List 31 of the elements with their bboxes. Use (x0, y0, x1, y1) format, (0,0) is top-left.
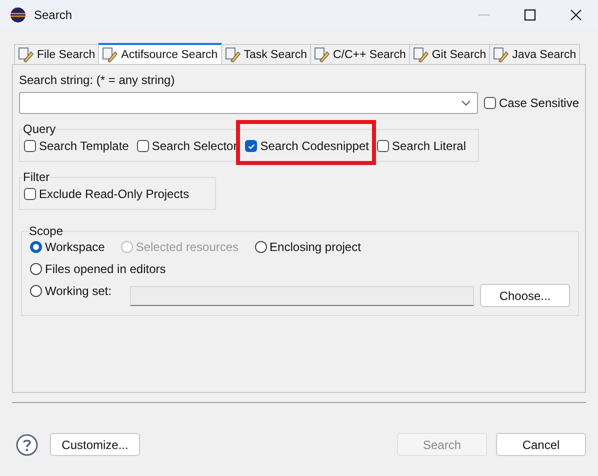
scope-radio[interactable]: Workspace (30, 240, 105, 254)
search-tab[interactable]: Git Search (408, 44, 490, 64)
maximize-icon[interactable] (524, 9, 536, 21)
close-icon[interactable] (570, 9, 582, 21)
search-tab[interactable]: C/C++ Search (310, 44, 410, 64)
customize-button[interactable]: Customize... (50, 433, 140, 456)
search-tab[interactable]: Actifsource Search (98, 43, 222, 64)
query-checkbox[interactable]: Search Literal (376, 139, 466, 153)
chevron-down-icon (460, 100, 471, 106)
search-tab[interactable]: Task Search (220, 44, 311, 64)
group-title: Scope (29, 224, 64, 238)
window-title: Search (34, 8, 72, 22)
choose-button[interactable]: Choose... (480, 284, 570, 307)
query-checkbox[interactable]: Search Codesnippet (245, 139, 369, 153)
app-logo-icon (10, 7, 26, 23)
group-title: Filter (23, 170, 50, 184)
scope-radio[interactable]: Files opened in editors (30, 262, 166, 276)
checkmark-icon (246, 142, 256, 150)
filter-checkbox[interactable]: Exclude Read-Only Projects (24, 187, 190, 201)
query-checkbox[interactable]: Search Template (24, 139, 129, 153)
query-checkbox[interactable]: Search Selector (136, 139, 238, 153)
group-title: Query (23, 122, 56, 136)
search-tab[interactable]: Java Search (489, 44, 580, 64)
scope-radio[interactable]: Enclosing project (254, 240, 361, 254)
scope-radio[interactable]: Working set: (30, 284, 124, 298)
case-sensitive-checkbox[interactable]: Case Sensitive (484, 96, 579, 110)
cancel-button[interactable]: Cancel (496, 433, 586, 456)
search-string-label: Search string: (* = any string) (19, 73, 176, 87)
search-tab[interactable]: File Search (14, 44, 100, 64)
working-set-field[interactable] (130, 286, 474, 306)
help-icon[interactable] (16, 434, 38, 456)
